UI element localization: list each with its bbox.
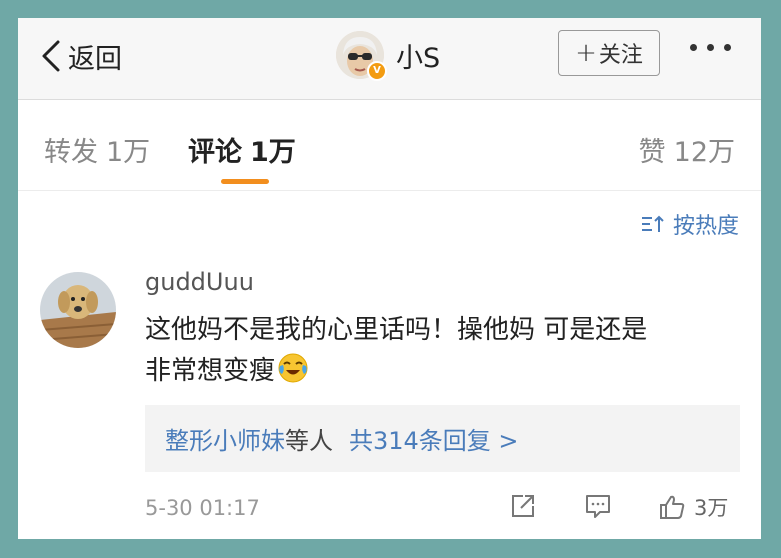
reply-names-suffix: 等人 — [285, 427, 333, 455]
chevron-left-icon — [42, 40, 60, 72]
sort-button[interactable]: 按热度 — [641, 208, 739, 240]
sort-label: 按热度 — [672, 214, 739, 239]
dog-avatar-image — [40, 272, 116, 348]
tab-label: 评论 — [188, 137, 242, 168]
weibo-card: 返回 V 小S + 关注 转发 1万 评论 1万 赞 12万 按热度 guddU… — [18, 18, 761, 539]
avatar[interactable]: V — [336, 31, 387, 81]
like-count: 3万 — [694, 496, 729, 520]
top-bar: 返回 V 小S + 关注 — [18, 18, 761, 100]
tab-count: 1万 — [250, 137, 296, 168]
like-button[interactable]: 3万 — [658, 492, 728, 522]
dot-icon — [724, 44, 731, 51]
profile-header[interactable]: V 小S — [336, 31, 441, 81]
thumbs-up-icon — [660, 495, 685, 519]
commenter-avatar[interactable] — [40, 272, 116, 348]
share-icon — [512, 495, 534, 517]
tab-bar: 转发 1万 评论 1万 赞 12万 — [18, 100, 761, 191]
tab-repost[interactable]: 转发 1万 — [44, 130, 150, 169]
comment-line-wrap: 非常想变瘦 — [145, 351, 745, 392]
tab-comment[interactable]: 评论 1万 — [188, 130, 296, 169]
reply-count-link[interactable]: 共314条回复 > — [349, 421, 519, 456]
replies-preview[interactable]: 整形小师妹 等人 共314条回复 > — [145, 405, 740, 472]
dot-icon — [707, 44, 714, 51]
share-button[interactable] — [509, 492, 537, 524]
comment-username[interactable]: guddUuu — [145, 268, 254, 296]
back-button[interactable]: 返回 — [40, 36, 122, 76]
comment-line: 非常想变瘦 — [145, 356, 276, 386]
reply-button[interactable] — [584, 492, 612, 524]
comment-icon — [586, 495, 610, 518]
tab-count: 1万 — [106, 137, 151, 168]
comment-timestamp: 5-30 01:17 — [145, 496, 260, 520]
reply-names-link[interactable]: 整形小师妹 — [165, 421, 285, 456]
dot-icon — [690, 44, 697, 51]
tab-like[interactable]: 赞 12万 — [639, 130, 735, 169]
more-options-button[interactable] — [690, 44, 731, 51]
follow-button[interactable]: + 关注 — [558, 30, 660, 76]
sort-icon — [641, 215, 664, 232]
tab-label: 赞 — [638, 137, 666, 168]
tab-label: 转发 — [44, 137, 98, 168]
active-tab-indicator — [221, 179, 269, 184]
profile-name: 小S — [396, 42, 441, 74]
verified-badge-icon: V — [367, 61, 387, 81]
crying-laughing-emoji-icon — [278, 353, 308, 383]
plus-icon: + — [575, 38, 597, 68]
tab-count: 12万 — [673, 137, 735, 168]
follow-label: 关注 — [598, 43, 643, 68]
comment-text: 这他妈不是我的心里话吗！操他妈 可是还是 非常想变瘦 — [145, 310, 745, 392]
comment-line: 这他妈不是我的心里话吗！操他妈 可是还是 — [145, 315, 648, 345]
back-label: 返回 — [68, 43, 122, 75]
